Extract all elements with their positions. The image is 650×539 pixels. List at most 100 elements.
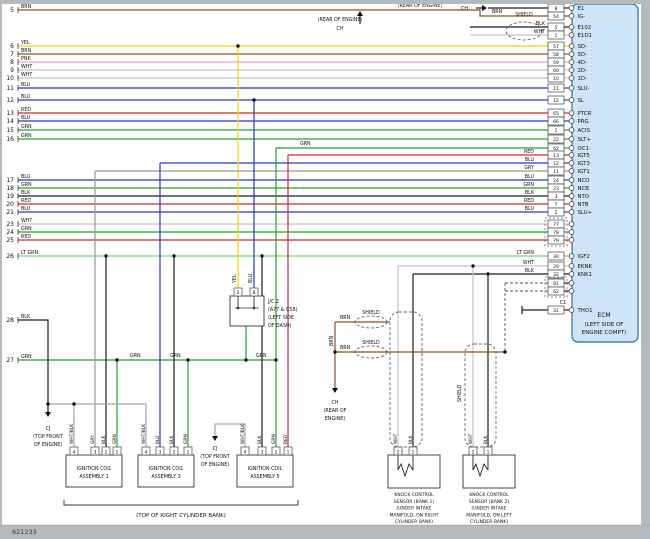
pin-stub	[569, 289, 574, 294]
wire-color-label: WHT	[21, 64, 32, 70]
pin-stub	[569, 254, 574, 259]
wire-color-label: GRN	[21, 226, 32, 232]
sensor-pin-number: 2	[397, 449, 400, 455]
coil-pin-number: 3	[94, 449, 97, 455]
left-wire-number: 28	[6, 317, 14, 324]
pin-number: 59	[553, 60, 559, 66]
left-wire-number: 8	[10, 59, 14, 66]
label: SHIELD	[362, 310, 380, 316]
label: OF ENGINE)	[34, 442, 62, 448]
left-wire-number: 15	[6, 127, 14, 134]
left-wire-number: 19	[6, 193, 14, 200]
pin-number: 10	[553, 76, 559, 82]
pin-stub	[569, 6, 574, 11]
pin-stub	[569, 68, 574, 73]
sensor-pin-number: 1	[487, 449, 490, 455]
junction-dot	[503, 350, 506, 353]
label: BLK	[525, 268, 535, 274]
label: BRN	[340, 315, 351, 321]
ecm-pin-name: 2D-	[578, 68, 588, 74]
left-wire-number: 13	[6, 110, 14, 117]
coil-label: ASSEMBLY 3	[151, 474, 180, 480]
wire-color-label: BRN	[21, 4, 32, 10]
ecm-pin-name: E1D1	[578, 33, 592, 39]
ecm-pin-name: 1D-	[578, 76, 588, 82]
label: (LEFT SIDE	[268, 315, 294, 321]
pin-number: 57	[553, 44, 559, 50]
label: CJ	[46, 426, 51, 432]
pin-stub	[569, 128, 574, 133]
coil-pin-number: 2	[275, 449, 278, 455]
frame-right-scroll-area[interactable]	[641, 0, 650, 539]
label: (A77 & C58)	[268, 307, 298, 313]
wire-color-label: WHT	[393, 433, 399, 444]
wire-color-label: GRN	[21, 133, 32, 139]
label: (TOP FRONT	[33, 434, 62, 440]
wire-color-label: WHT	[21, 218, 32, 224]
ecm-pin-name: IGT1	[578, 169, 590, 175]
pin-stub	[569, 272, 574, 277]
coil-pin-number: 1	[187, 449, 190, 455]
left-wire-number: 14	[6, 118, 14, 125]
pin-stub	[569, 222, 574, 227]
left-wire-number: 21	[6, 209, 14, 216]
coil-pin-number: 1	[287, 449, 290, 455]
label: GRN	[256, 353, 267, 359]
sensor-label: CYLINDER BANK)	[395, 519, 433, 525]
pin-stub	[569, 178, 574, 183]
label: GRN	[130, 353, 141, 359]
frame-top	[0, 0, 650, 4]
coil-pin-number: 2	[173, 449, 176, 455]
pin-number: 8	[555, 6, 558, 12]
ecm-pin-name: ACIS	[578, 128, 591, 134]
pin-stub	[569, 264, 574, 269]
ecm-pin-name: NCB	[578, 186, 590, 192]
ecm-pin-name: THO1	[577, 308, 593, 314]
pin-stub	[569, 146, 574, 151]
label: WHT	[534, 29, 545, 35]
wire-color-label: BRN	[21, 48, 32, 54]
left-wire-number: 20	[6, 201, 14, 208]
ecm-pin-name: IGF2	[578, 254, 590, 260]
pin-number: 66	[553, 119, 559, 125]
pin-number: 1	[555, 128, 558, 134]
pin-number: 1	[555, 33, 558, 39]
pin-number: 54	[553, 14, 559, 20]
ecm-label-line3: ENGINE COMPT)	[582, 330, 627, 336]
ecm-pin-name: PTCR	[578, 111, 592, 117]
junction-dot	[260, 254, 263, 257]
pin-stub	[569, 186, 574, 191]
sensor-label: MANIFOLD, ON LEFT	[466, 512, 512, 518]
left-wire-number: 17	[6, 177, 14, 184]
label: GRY	[524, 165, 534, 171]
frame-bottom-scroll-area[interactable]	[0, 525, 650, 539]
wire-color-label: BLK	[101, 436, 107, 444]
label: SHIELD	[515, 12, 533, 18]
ecm-pin-name: 4D-	[578, 60, 588, 66]
wire-color-label: WHT	[468, 433, 474, 444]
left-wire-number: 25	[6, 237, 14, 244]
left-wire-number: 27	[6, 357, 14, 364]
sensor-label: KNOCK CONTROL	[469, 492, 509, 498]
wire-color-label: GRY	[90, 435, 96, 444]
junction-dot	[186, 358, 189, 361]
coil-pin-number: 3	[261, 449, 264, 455]
wire-color-label: WHT/BLK	[141, 424, 147, 444]
left-wire-number: 16	[6, 136, 14, 143]
pin-stub	[569, 14, 574, 19]
ecm-pin-name: IG-	[578, 14, 586, 20]
wire-color-label: BLK	[21, 190, 31, 196]
pin-number: 58	[553, 52, 559, 58]
label: RED	[524, 149, 534, 155]
wire-color-label: BLK	[408, 436, 414, 444]
junction-dot	[333, 350, 336, 353]
wire-color-label: BLU	[155, 436, 161, 444]
wire-color-label: BLK	[257, 436, 263, 444]
label: (REAR OF	[324, 408, 347, 414]
wire-color-label: BLK	[21, 314, 31, 320]
coil-label: ASSEMBLY 1	[79, 474, 108, 480]
pin-stub	[569, 202, 574, 207]
pin-number: 31	[553, 308, 559, 314]
ecm-pin-name: OC1-	[578, 146, 591, 152]
sensor-label: (UNDER INTAKE	[396, 506, 431, 512]
